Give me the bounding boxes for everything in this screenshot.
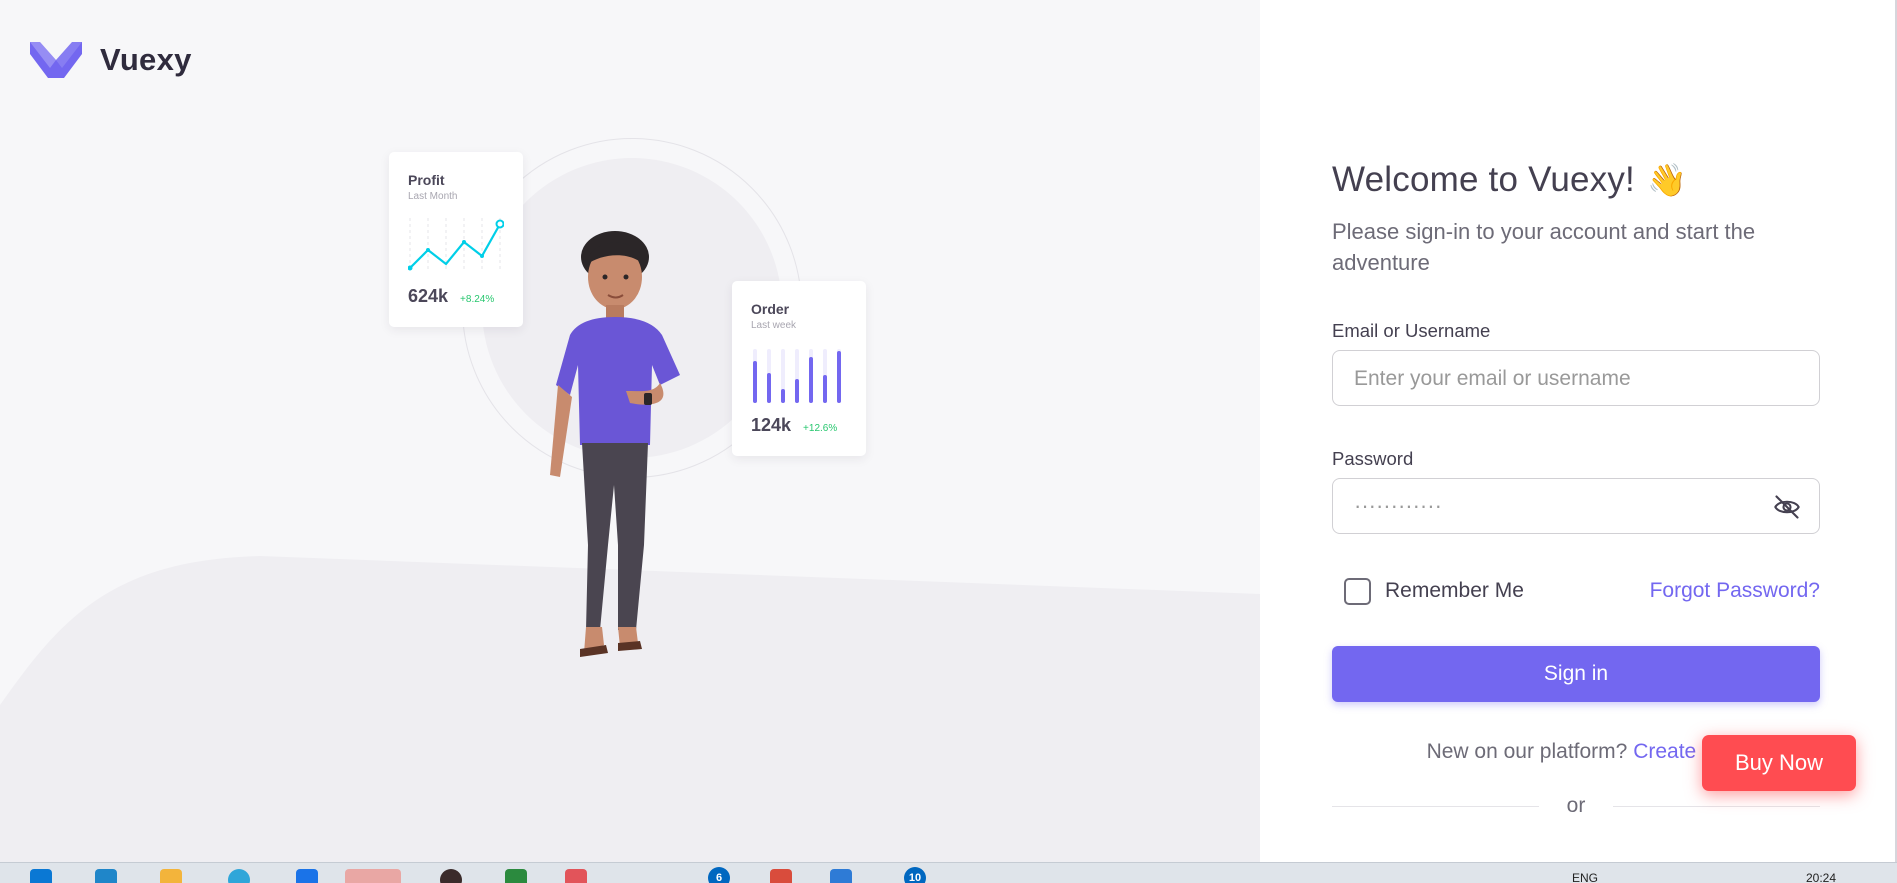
notification-badge-2[interactable]: 10 <box>904 867 926 883</box>
clock[interactable]: 20:24 <box>1806 871 1836 883</box>
remember-checkbox[interactable] <box>1344 577 1371 605</box>
edge-icon[interactable] <box>95 869 117 883</box>
login-subtitle: Please sign-in to your account and start… <box>1332 219 1756 275</box>
order-bar-chart <box>753 349 841 403</box>
mail-icon[interactable] <box>296 869 318 883</box>
order-card-change: +12.6% <box>803 423 838 434</box>
active-app-icon[interactable] <box>345 869 401 883</box>
profit-card-subtitle: Last Month <box>408 191 458 202</box>
divider-line-right <box>1613 805 1820 807</box>
chrome-icon[interactable] <box>770 869 792 883</box>
email-field[interactable]: Enter your email or username <box>1332 350 1820 406</box>
remember-row: Remember Me Forgot Password? <box>1332 576 1820 606</box>
or-text: or <box>1566 794 1586 817</box>
order-card-title: Order <box>751 301 790 317</box>
forgot-password-link[interactable]: Forgot Password? <box>1650 579 1820 603</box>
app-icon-3[interactable] <box>830 869 852 883</box>
file-explorer-icon[interactable] <box>160 869 182 883</box>
illustration-panel: Vuexy Profit Last Month 624k +8.24% Orde… <box>0 0 1260 862</box>
character-illustration <box>550 231 680 657</box>
eye-off-icon[interactable] <box>1773 493 1801 521</box>
skype-icon[interactable] <box>228 869 250 883</box>
divider-line-left <box>1332 805 1539 807</box>
taskbar: 6 10 ENG 20:24 <box>0 862 1897 883</box>
start-icon[interactable] <box>30 869 52 883</box>
login-panel: Welcome to Vuexy! 👋 Please sign-in to yo… <box>1260 0 1897 862</box>
waving-hand-icon: 👋 <box>1646 162 1688 198</box>
profit-line-chart <box>408 218 504 272</box>
order-card-subtitle: Last week <box>751 320 797 331</box>
profit-card-change: +8.24% <box>460 294 495 305</box>
brand[interactable]: Vuexy <box>30 40 192 80</box>
order-card: Order Last week 124k +12.6% <box>732 281 866 456</box>
signup-prompt-text: New on our platform? <box>1426 740 1628 763</box>
password-value: ············ <box>1354 493 1442 518</box>
profit-card: Profit Last Month 624k +8.24% <box>389 152 523 327</box>
signin-button[interactable]: Sign in <box>1332 646 1820 702</box>
brand-name: Vuexy <box>100 42 192 77</box>
app-icon[interactable] <box>505 869 527 883</box>
language-indicator[interactable]: ENG <box>1572 871 1598 883</box>
remember-me[interactable]: Remember Me <box>1344 577 1524 605</box>
email-placeholder: Enter your email or username <box>1354 367 1631 390</box>
password-field[interactable]: ············ <box>1332 478 1820 534</box>
remember-label[interactable]: Remember Me <box>1385 579 1524 603</box>
password-label: Password <box>1332 448 1414 469</box>
page-title: Welcome to Vuexy! 👋 <box>1332 160 1820 200</box>
profit-card-title: Profit <box>408 172 445 188</box>
order-card-value: 124k <box>751 415 792 435</box>
welcome-text: Welcome to Vuexy! <box>1332 160 1635 199</box>
profit-card-value: 624k <box>408 286 449 306</box>
vuexy-logo-icon <box>30 42 82 78</box>
or-divider: or <box>1332 794 1820 818</box>
avatar-icon[interactable] <box>440 869 462 883</box>
app-icon-2[interactable] <box>565 869 587 883</box>
email-label: Email or Username <box>1332 320 1491 341</box>
notification-badge-1[interactable]: 6 <box>708 867 730 883</box>
buy-now-button[interactable]: Buy Now <box>1702 735 1856 791</box>
login-form: Welcome to Vuexy! 👋 Please sign-in to yo… <box>1332 160 1820 818</box>
